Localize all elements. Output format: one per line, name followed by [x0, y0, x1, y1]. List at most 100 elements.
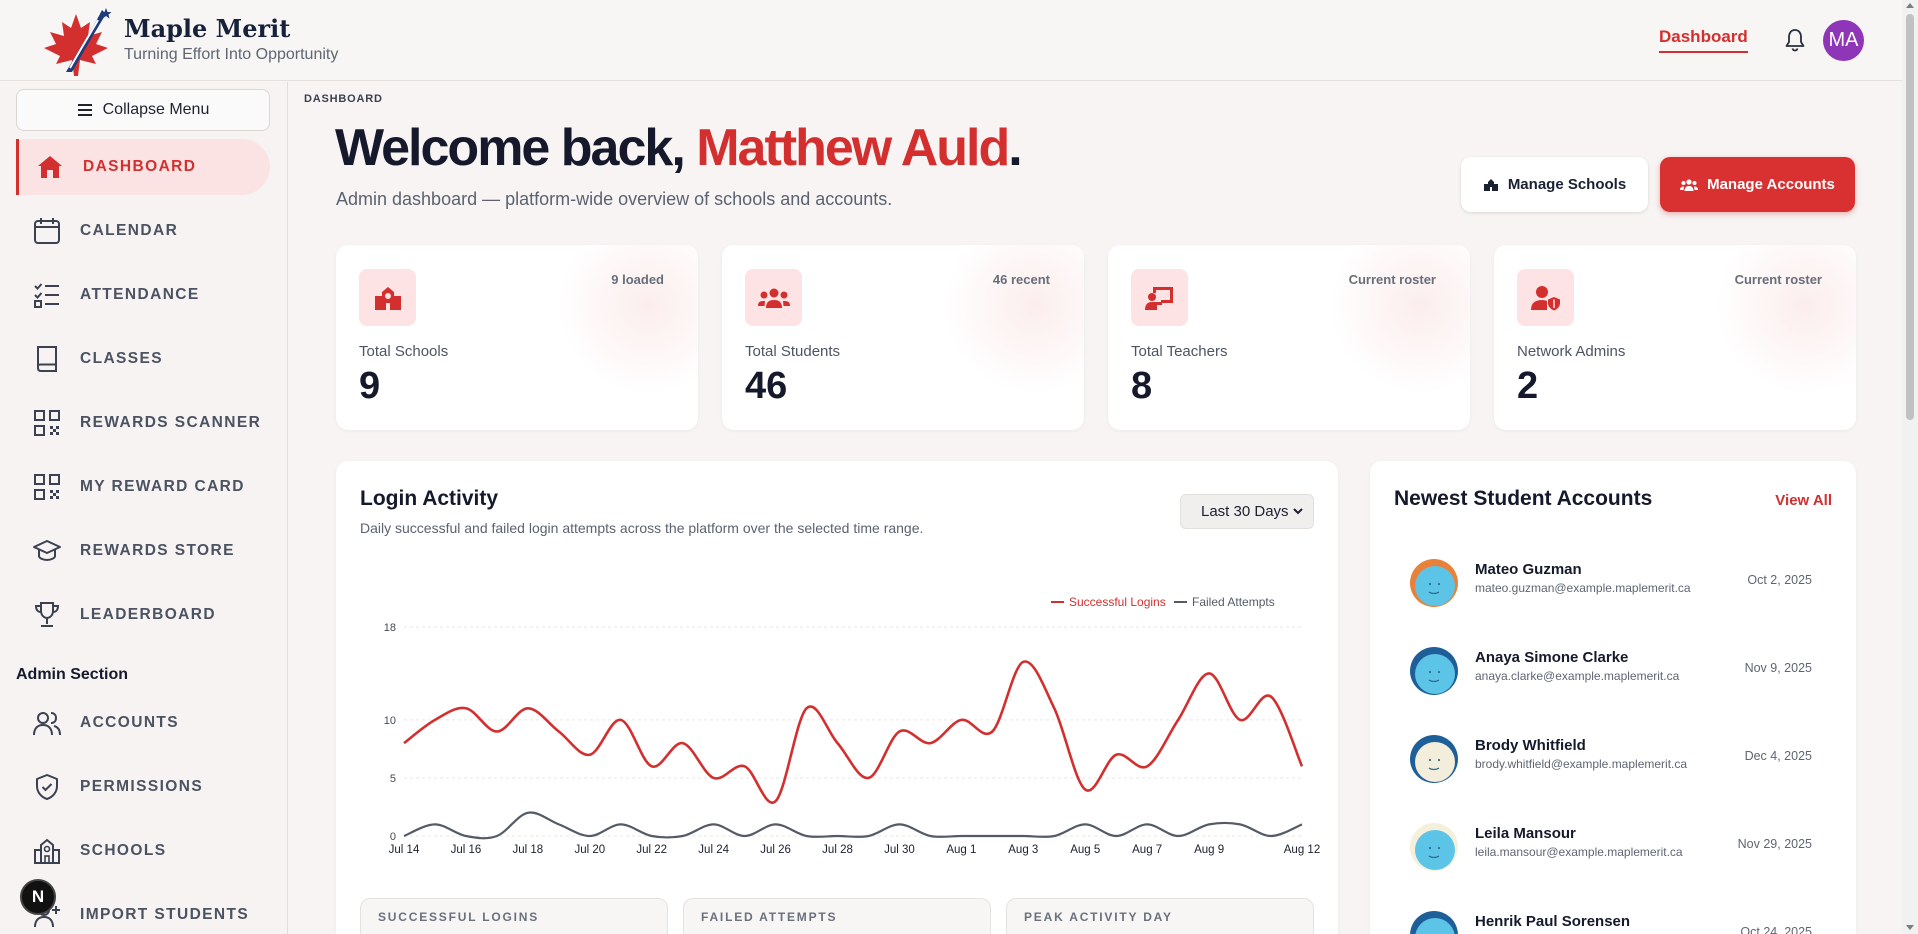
- summary-card-peak-activity-day: PEAK ACTIVITY DAY: [1006, 898, 1314, 934]
- student-row[interactable]: Leila Mansour leila.mansour@example.maple…: [1410, 817, 1824, 873]
- stat-note: 9 loaded: [611, 272, 664, 287]
- legend-successful-logins: Successful Logins: [1069, 595, 1166, 609]
- sidebar-item-attendance[interactable]: ATTENDANCE: [16, 267, 270, 323]
- sidebar-item-label: SCHOOLS: [80, 842, 167, 859]
- sidebar-item-schools[interactable]: SCHOOLS: [16, 823, 270, 879]
- stat-card-total-students: 46 recent Total Students 46: [722, 245, 1084, 430]
- checklist-icon: [34, 283, 59, 308]
- sidebar-item-classes[interactable]: CLASSES: [16, 331, 270, 387]
- student-created-date: Nov 29, 2025: [1737, 837, 1812, 851]
- sidebar-item-dashboard[interactable]: DASHBOARD: [16, 139, 270, 195]
- school-icon: [359, 269, 416, 326]
- students-title: Newest Student Accounts: [1394, 487, 1653, 510]
- x-tick-label: Jul 16: [451, 844, 482, 856]
- sidebar-item-label: ATTENDANCE: [80, 286, 200, 303]
- user-avatar[interactable]: MA: [1823, 20, 1864, 61]
- y-tick-label: 5: [390, 773, 396, 785]
- y-tick-label: 10: [384, 715, 396, 727]
- x-tick-label: Aug 5: [1070, 844, 1100, 856]
- x-tick-label: Jul 24: [698, 844, 729, 856]
- scroll-up-arrow-icon[interactable]: [1906, 3, 1914, 8]
- student-name: Anaya Simone Clarke: [1475, 649, 1629, 666]
- stat-card-total-teachers: Current roster Total Teachers 8: [1108, 245, 1470, 430]
- x-tick-label: Jul 20: [574, 844, 605, 856]
- x-tick-label: Jul 14: [389, 844, 420, 856]
- x-tick-label: Jul 28: [822, 844, 853, 856]
- home-icon: [38, 156, 62, 178]
- collapse-menu-label: Collapse Menu: [102, 101, 210, 118]
- welcome-suffix: .: [1008, 119, 1023, 177]
- maple-leaf-logo[interactable]: [36, 6, 116, 78]
- summary-card-title: FAILED ATTEMPTS: [701, 910, 838, 924]
- manage-accounts-button[interactable]: Manage Accounts: [1660, 157, 1855, 212]
- sidebar-item-permissions[interactable]: PERMISSIONS: [16, 759, 270, 815]
- scroll-thumb[interactable]: [1906, 14, 1914, 420]
- series-line-failed-attempts: [403, 811, 1303, 840]
- teacher-board-icon: [1131, 269, 1188, 326]
- bell-icon[interactable]: [1783, 27, 1807, 53]
- admin-section-heading: Admin Section: [16, 666, 129, 683]
- page-title: Welcome back, Matthew Auld.: [335, 118, 1023, 178]
- sidebar-item-label: MY REWARD CARD: [80, 478, 245, 495]
- summary-card-title: PEAK ACTIVITY DAY: [1024, 910, 1173, 924]
- sidebar-item-label: ACCOUNTS: [80, 714, 180, 731]
- users-icon: [33, 712, 61, 736]
- student-row[interactable]: Mateo Guzman mateo.guzman@example.mapleme…: [1410, 553, 1824, 609]
- stat-value: 2: [1517, 365, 1539, 407]
- hamburger-icon: [77, 104, 92, 116]
- student-avatar: [1410, 559, 1458, 607]
- sidebar-item-my-reward-card[interactable]: MY REWARD CARD: [16, 459, 270, 515]
- student-row[interactable]: Brody Whitfield brody.whitfield@example.m…: [1410, 729, 1824, 785]
- sidebar-item-label: REWARDS SCANNER: [80, 414, 262, 431]
- view-all-link[interactable]: View All: [1775, 492, 1832, 509]
- stat-label: Total Teachers: [1131, 343, 1228, 360]
- school-icon: [34, 838, 60, 864]
- manage-schools-button[interactable]: Manage Schools: [1461, 157, 1648, 212]
- header-nav-dashboard[interactable]: Dashboard: [1659, 27, 1748, 53]
- sidebar-item-rewards-scanner[interactable]: REWARDS SCANNER: [16, 395, 270, 451]
- manage-accounts-label: Manage Accounts: [1707, 176, 1835, 193]
- student-avatar: [1410, 647, 1458, 695]
- collapse-menu-button[interactable]: Collapse Menu: [16, 89, 270, 131]
- x-tick-label: Aug 3: [1008, 844, 1038, 856]
- trophy-icon: [34, 602, 60, 627]
- qr-code-icon: [34, 474, 60, 500]
- student-row[interactable]: Henrik Paul Sorensen Oct 24, 2025: [1410, 905, 1824, 934]
- legend-failed-attempts: Failed Attempts: [1192, 595, 1275, 609]
- student-email: brody.whitfield@example.maplemerit.ca: [1475, 757, 1688, 771]
- time-range-select[interactable]: Last 30 Days: [1180, 494, 1314, 529]
- sidebar-item-leaderboard[interactable]: LEADERBOARD: [16, 587, 270, 643]
- student-email: anaya.clarke@example.maplemerit.ca: [1475, 669, 1680, 683]
- sidebar-item-label: CLASSES: [80, 350, 164, 367]
- student-created-date: Oct 2, 2025: [1747, 573, 1812, 587]
- stat-label: Total Schools: [359, 343, 449, 360]
- summary-card-successful-logins: SUCCESSFUL LOGINS: [360, 898, 668, 934]
- student-email: leila.mansour@example.maplemerit.ca: [1475, 845, 1683, 859]
- stat-value: 46: [745, 365, 788, 407]
- breadcrumb: DASHBOARD: [304, 93, 383, 105]
- student-row[interactable]: Anaya Simone Clarke anaya.clarke@example.…: [1410, 641, 1824, 697]
- page-scrollbar[interactable]: [1902, 0, 1918, 934]
- stat-label: Total Students: [745, 343, 841, 360]
- sidebar-item-accounts[interactable]: ACCOUNTS: [16, 695, 270, 751]
- floating-n-badge[interactable]: N: [20, 879, 56, 915]
- x-tick-label: Aug 9: [1194, 844, 1224, 856]
- stat-note: Current roster: [1348, 272, 1436, 287]
- series-line-successful-logins: [403, 660, 1304, 804]
- scroll-down-arrow-icon[interactable]: [1906, 925, 1914, 930]
- sidebar-item-label: IMPORT STUDENTS: [80, 906, 250, 923]
- page-subtitle: Admin dashboard — platform-wide overview…: [336, 189, 893, 209]
- top-header: Maple Merit Turning Effort Into Opportun…: [0, 0, 1902, 81]
- sidebar-item-calendar[interactable]: CALENDAR: [16, 203, 270, 259]
- x-tick-label: Jul 30: [884, 844, 915, 856]
- student-name: Henrik Paul Sorensen: [1475, 913, 1631, 930]
- x-tick-label: Jul 22: [636, 844, 667, 856]
- stat-note: Current roster: [1734, 272, 1822, 287]
- student-avatar: [1410, 735, 1458, 783]
- sidebar-item-rewards-store[interactable]: REWARDS STORE: [16, 523, 270, 579]
- users-icon: [1680, 178, 1699, 191]
- stat-value: 9: [359, 365, 381, 407]
- x-tick-label: Jul 26: [760, 844, 791, 856]
- graduation-cap-icon: [33, 540, 61, 562]
- student-avatar: [1410, 911, 1458, 934]
